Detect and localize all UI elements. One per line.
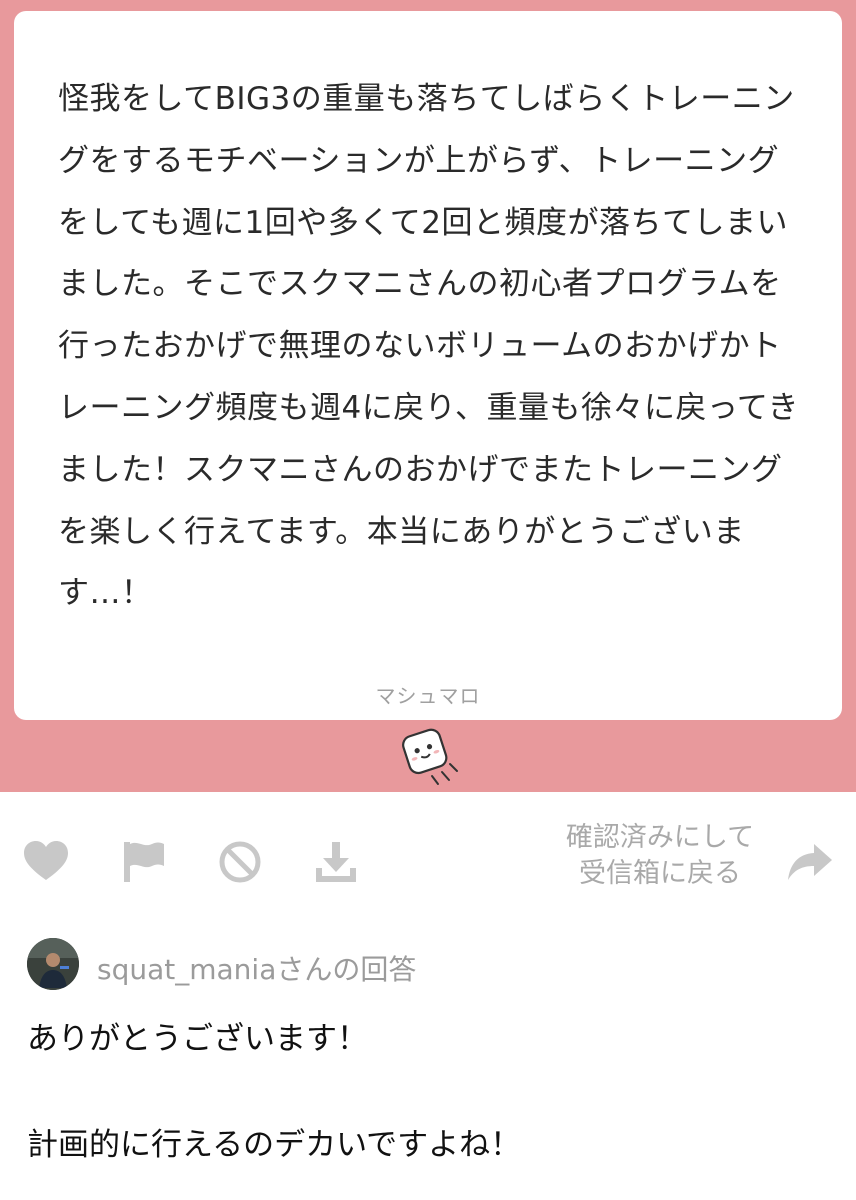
question-text: 怪我をしてBIG3の重量も落ちてしばらくトレーニングをするモチベーションが上がら… [58,81,800,612]
flag-icon[interactable] [120,838,168,886]
confirm-line-2: 受信箱に戻る [579,858,741,889]
answer-line-2: 計画的に行えるのデカいですよね！ [27,1127,522,1163]
block-icon[interactable] [216,838,264,886]
confirm-return-to-inbox-button[interactable]: 確認済みにして 受信箱に戻る [540,820,780,892]
avatar[interactable] [27,938,79,990]
answer-body: ありがとうございます！ 計画的に行えるのデカいですよね！ [27,1012,827,1172]
answer-header: squat_maniaさんの回答 [27,938,827,992]
answer-line-1: ありがとうございます！ [27,1021,368,1057]
marshmallow-mascot-icon [402,728,458,785]
action-bar: 確認済みにして 受信箱に戻る [0,800,856,920]
question-band: 怪我をしてBIG3の重量も落ちてしばらくトレーニングをするモチベーションが上がら… [0,0,856,792]
brand-label: マシュマロ [375,684,481,708]
download-icon[interactable] [312,838,360,886]
message-card: 怪我をしてBIG3の重量も落ちてしばらくトレーニングをするモチベーションが上がら… [14,11,842,720]
confirm-line-1: 確認済みにして [565,822,755,853]
answer-author-label: squat_maniaさんの回答 [97,953,417,986]
heart-icon[interactable] [22,838,70,886]
forward-icon[interactable] [786,838,834,886]
